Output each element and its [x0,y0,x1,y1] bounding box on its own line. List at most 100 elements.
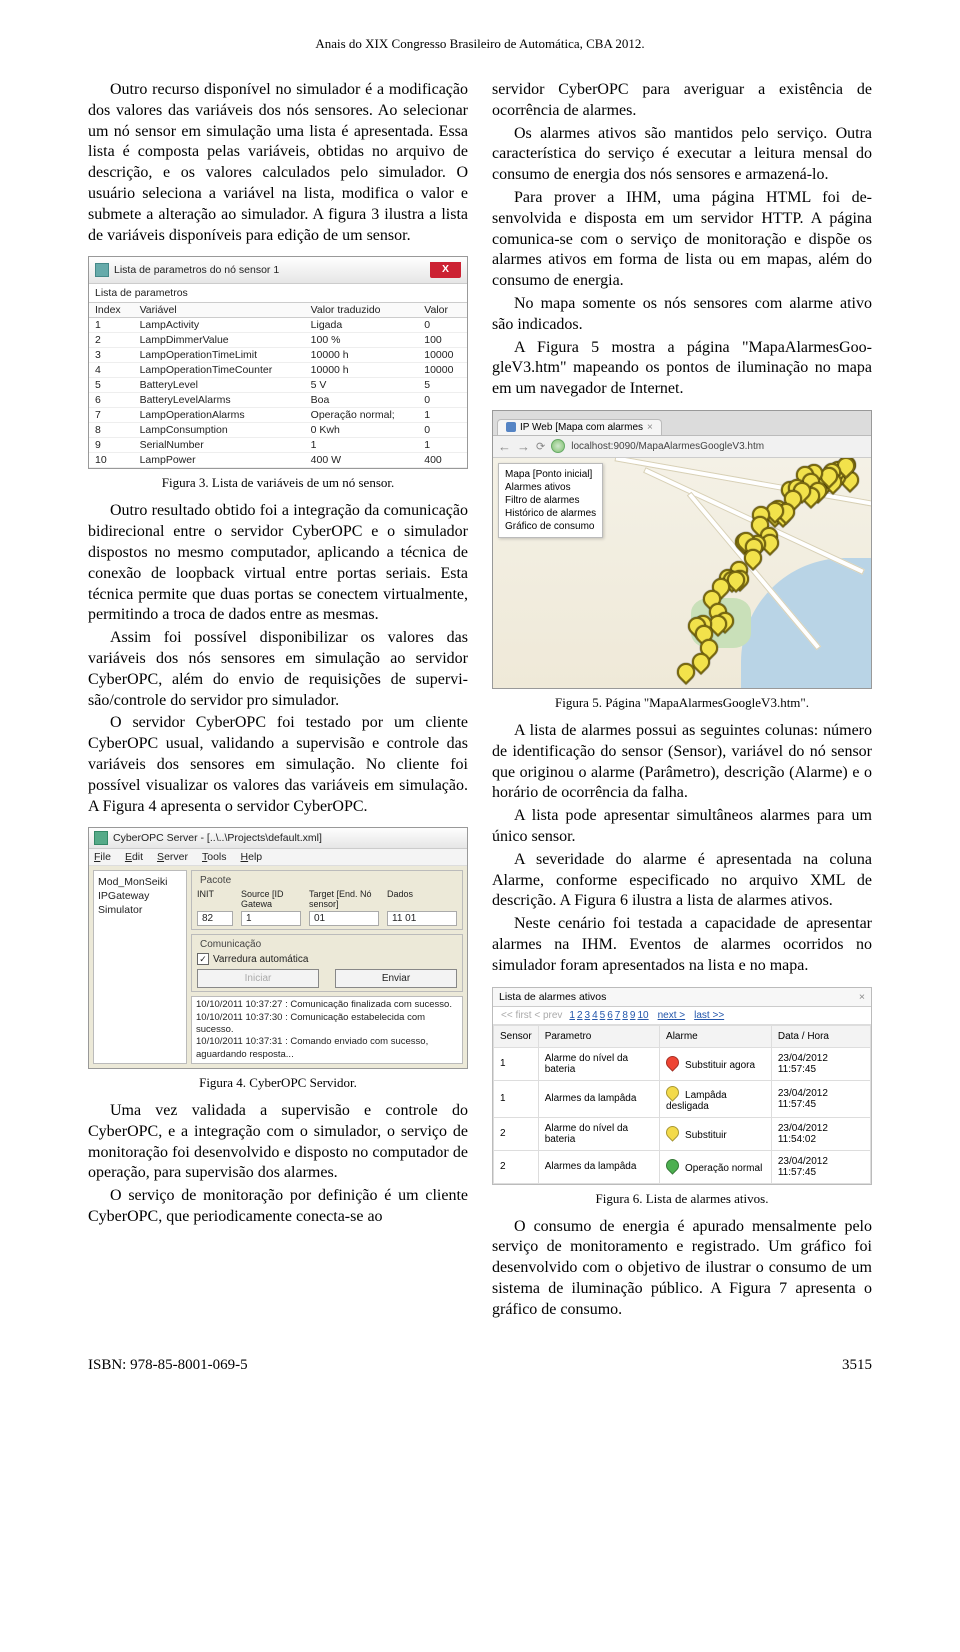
favicon-icon [506,422,516,432]
table-row[interactable]: 1LampActivityLigada0 [89,318,467,333]
body-text: servidor CyberOPC para averiguar a exist… [492,80,872,122]
figure-3-caption: Figura 3. Lista de variáveis de um nó se… [88,475,468,491]
severity-icon [663,1156,681,1174]
app-icon [94,831,108,845]
pagination-page[interactable]: 7 [615,1010,621,1021]
window-icon [95,263,109,277]
column-header: Variável [134,303,305,318]
forward-icon[interactable]: → [517,439,530,454]
tree-item[interactable]: Mod_MonSeiki [98,875,182,889]
table-row[interactable]: 1Alarme do nível da bateriaSubstituir ag… [494,1047,871,1080]
checkbox-label: Varredura automática [213,954,308,965]
globe-icon [551,439,565,453]
body-text: Assim foi possível disponibilizar os val… [88,628,468,711]
table-row[interactable]: 4LampOperationTimeCounter10000 h10000 [89,363,467,378]
tree-item[interactable]: Simulator [98,903,182,917]
pagination-pag_last[interactable]: last >> [694,1010,724,1021]
table-row[interactable]: 2Alarmes da lampâdaOperação normal23/04/… [494,1150,871,1183]
grid-header: Dados [387,889,457,909]
checkbox-varredura[interactable]: ✓ Varredura automática [197,953,457,965]
map-canvas[interactable]: Mapa [Ponto inicial]Alarmes ativosFiltro… [493,458,871,688]
body-text: Outro recurso disponível no simulador é … [88,80,468,246]
f3-titlebar: Lista de parametros do nó sensor 1 X [89,257,467,284]
tree-item[interactable]: IPGateway [98,889,182,903]
pagination[interactable]: << first < prev 12345678910 next > last >> [493,1007,871,1025]
pagination-pag_next[interactable]: next > [658,1010,686,1021]
log-line: 10/10/2011 10:37:30 : Comunicação estabe… [196,1012,458,1037]
grid-header: INIT [197,889,233,909]
table-row[interactable]: 10LampPower400 W400 [89,453,467,468]
tab-title: IP Web [Mapa com alarmes [520,422,643,433]
table-row[interactable]: 2Alarme do nível da bateriaSubstituir23/… [494,1117,871,1150]
body-text: A lista pode apresentar simultâneos alar… [492,806,872,848]
browser-toolbar: ← → ⟳ localhost:9090/MapaAlarmesGoogleV3… [493,436,871,458]
log-line: 10/10/2011 10:37:31 : Comando enviado co… [196,1036,458,1061]
f4-tree[interactable]: Mod_MonSeikiIPGatewaySimulator [93,870,187,1064]
table-row[interactable]: 5BatteryLevel5 V5 [89,378,467,393]
column-header: Data / Hora [771,1025,870,1047]
table-row[interactable]: 1Alarmes da lampâdaLampâda desligada23/0… [494,1080,871,1117]
pagination-page[interactable]: 4 [592,1010,598,1021]
column-header: Valor [418,303,467,318]
browser-tab[interactable]: IP Web [Mapa com alarmes × [497,419,662,435]
back-icon[interactable]: ← [498,439,511,454]
reload-icon[interactable]: ⟳ [536,440,545,453]
url-text[interactable]: localhost:9090/MapaAlarmesGoogleV3.htm [571,441,764,452]
menu-item[interactable]: Help [241,851,263,863]
map-menu-item[interactable]: Histórico de alarmes [505,507,596,520]
map-menu-item[interactable]: Alarmes ativos [505,481,596,494]
tab-close-icon[interactable]: × [647,422,653,433]
body-text: No mapa somente os nós sensores com alar… [492,294,872,336]
f3-tab[interactable]: Lista de parametros [89,284,467,303]
pagination-page[interactable]: 10 [637,1010,648,1021]
table-row[interactable]: 7LampOperationAlarmsOperação normal;1 [89,408,467,423]
map-menu-item[interactable]: Gráfico de consumo [505,520,596,533]
log-line: 10/10/2011 10:37:27 : Comunicação finali… [196,999,458,1011]
grid-header: Target [End. Nó sensor] [309,889,379,909]
pagination-page[interactable]: 9 [630,1010,636,1021]
table-row[interactable]: 9SerialNumber11 [89,438,467,453]
pagination-page[interactable]: 5 [600,1010,606,1021]
close-icon[interactable]: X [430,262,461,278]
menu-item[interactable]: File [94,851,111,863]
close-icon[interactable]: × [859,991,865,1003]
isbn: ISBN: 978-85-8001-069-5 [88,1357,248,1374]
f4-menubar[interactable]: File Edit Server Tools Help [89,849,467,866]
pagination-page[interactable]: 1 [569,1010,575,1021]
figure-6-caption: Figura 6. Lista de alarmes ativos. [492,1191,872,1207]
pagination-prev: << first < prev [501,1010,562,1021]
map-menu-item[interactable]: Mapa [Ponto inicial] [505,468,596,481]
table-row[interactable]: 2LampDimmerValue100 %100 [89,333,467,348]
menu-item[interactable]: Server [157,851,188,863]
menu-item[interactable]: Edit [125,851,143,863]
table-row[interactable]: 8LampConsumption0 Kwh0 [89,423,467,438]
severity-icon [663,1053,681,1071]
figure-5: IP Web [Mapa com alarmes × ← → ⟳ localho… [492,410,872,689]
grid-cell[interactable]: 11 01 [387,911,457,926]
body-text: O consumo de energia é apurado mensalmen… [492,1217,872,1321]
figure-3: Lista de parametros do nó sensor 1 X Lis… [88,256,468,469]
pagination-page[interactable]: 2 [577,1010,583,1021]
page-number: 3515 [842,1357,872,1374]
grid-cell[interactable]: 1 [241,911,301,926]
table-row[interactable]: 6BatteryLevelAlarmsBoa0 [89,393,467,408]
table-row[interactable]: 3LampOperationTimeLimit10000 h10000 [89,348,467,363]
menu-item[interactable]: Tools [202,851,227,863]
grid-cell[interactable]: 01 [309,911,379,926]
pagination-page[interactable]: 6 [607,1010,613,1021]
iniciar-button[interactable]: Iniciar [197,969,319,988]
map-sidemenu[interactable]: Mapa [Ponto inicial]Alarmes ativosFiltro… [498,463,603,538]
pagination-page[interactable]: 8 [622,1010,628,1021]
grid-cell[interactable]: 82 [197,911,233,926]
f4-title-text: CyberOPC Server - [..\..\Projects\defaul… [113,832,322,844]
map-menu-item[interactable]: Filtro de alarmes [505,494,596,507]
column-header: Index [89,303,134,318]
figure-5-caption: Figura 5. Página "MapaAlarmesGoogleV3.ht… [492,695,872,711]
pagination-page[interactable]: 3 [585,1010,591,1021]
f4-titlebar: CyberOPC Server - [..\..\Projects\defaul… [89,828,467,849]
checkbox-icon[interactable]: ✓ [197,953,209,965]
enviar-button[interactable]: Enviar [335,969,457,988]
severity-icon [663,1123,681,1141]
body-text: Outro resultado obtido foi a integração … [88,501,468,626]
body-text: A lista de alarmes possui as seguintes c… [492,721,872,804]
